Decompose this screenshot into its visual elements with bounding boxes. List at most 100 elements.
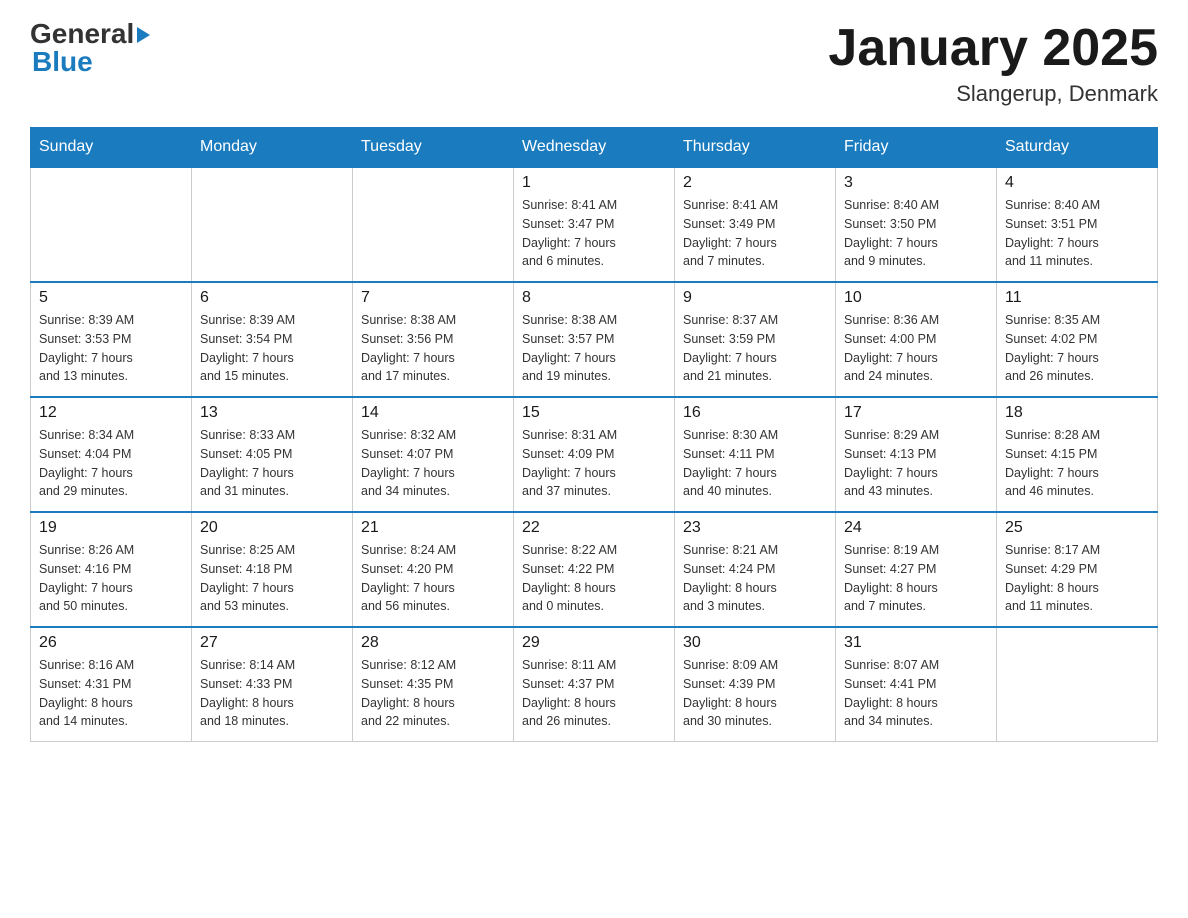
day-info: Sunrise: 8:41 AMSunset: 3:47 PMDaylight:… — [522, 196, 666, 271]
day-number: 16 — [683, 404, 827, 422]
calendar-day-5: 5 Sunrise: 8:39 AMSunset: 3:53 PMDaylight… — [31, 282, 192, 397]
calendar-day-15: 15 Sunrise: 8:31 AMSunset: 4:09 PMDayligh… — [514, 397, 675, 512]
day-number: 3 — [844, 174, 988, 192]
calendar-day-27: 27 Sunrise: 8:14 AMSunset: 4:33 PMDayligh… — [192, 627, 353, 742]
day-info: Sunrise: 8:17 AMSunset: 4:29 PMDaylight:… — [1005, 541, 1149, 616]
title-section: January 2025 Slangerup, Denmark — [828, 20, 1158, 107]
day-number: 31 — [844, 634, 988, 652]
day-number: 4 — [1005, 174, 1149, 192]
calendar-day-14: 14 Sunrise: 8:32 AMSunset: 4:07 PMDayligh… — [353, 397, 514, 512]
calendar-day-6: 6 Sunrise: 8:39 AMSunset: 3:54 PMDaylight… — [192, 282, 353, 397]
day-number: 14 — [361, 404, 505, 422]
day-number: 12 — [39, 404, 183, 422]
day-number: 30 — [683, 634, 827, 652]
day-number: 20 — [200, 519, 344, 537]
day-info: Sunrise: 8:39 AMSunset: 3:53 PMDaylight:… — [39, 311, 183, 386]
day-info: Sunrise: 8:25 AMSunset: 4:18 PMDaylight:… — [200, 541, 344, 616]
day-info: Sunrise: 8:29 AMSunset: 4:13 PMDaylight:… — [844, 426, 988, 501]
column-header-saturday: Saturday — [997, 128, 1158, 168]
calendar-week-row: 26Sunrise: 8:16 AMSunset: 4:31 PMDayligh… — [31, 627, 1158, 742]
day-info: Sunrise: 8:09 AMSunset: 4:39 PMDaylight:… — [683, 656, 827, 731]
day-number: 23 — [683, 519, 827, 537]
day-info: Sunrise: 8:14 AMSunset: 4:33 PMDaylight:… — [200, 656, 344, 731]
calendar-day-30: 30 Sunrise: 8:09 AMSunset: 4:39 PMDayligh… — [675, 627, 836, 742]
day-info: Sunrise: 8:24 AMSunset: 4:20 PMDaylight:… — [361, 541, 505, 616]
column-header-tuesday: Tuesday — [353, 128, 514, 168]
calendar-day-17: 17Sunrise: 8:29 AMSunset: 4:13 PMDayligh… — [836, 397, 997, 512]
calendar-empty-cell — [997, 627, 1158, 742]
calendar-empty-cell — [31, 167, 192, 282]
calendar-week-row: 5 Sunrise: 8:39 AMSunset: 3:53 PMDaylight… — [31, 282, 1158, 397]
day-info: Sunrise: 8:22 AMSunset: 4:22 PMDaylight:… — [522, 541, 666, 616]
day-number: 10 — [844, 289, 988, 307]
day-info: Sunrise: 8:33 AMSunset: 4:05 PMDaylight:… — [200, 426, 344, 501]
day-number: 7 — [361, 289, 505, 307]
calendar-day-9: 9 Sunrise: 8:37 AMSunset: 3:59 PMDaylight… — [675, 282, 836, 397]
day-info: Sunrise: 8:28 AMSunset: 4:15 PMDaylight:… — [1005, 426, 1149, 501]
calendar-week-row: 12 Sunrise: 8:34 AMSunset: 4:04 PMDayligh… — [31, 397, 1158, 512]
calendar-day-25: 25Sunrise: 8:17 AMSunset: 4:29 PMDayligh… — [997, 512, 1158, 627]
day-info: Sunrise: 8:34 AMSunset: 4:04 PMDaylight:… — [39, 426, 183, 501]
day-info: Sunrise: 8:07 AMSunset: 4:41 PMDaylight:… — [844, 656, 988, 731]
calendar-day-23: 23 Sunrise: 8:21 AMSunset: 4:24 PMDayligh… — [675, 512, 836, 627]
day-info: Sunrise: 8:19 AMSunset: 4:27 PMDaylight:… — [844, 541, 988, 616]
calendar-day-4: 4Sunrise: 8:40 AMSunset: 3:51 PMDaylight… — [997, 167, 1158, 282]
calendar-day-1: 1 Sunrise: 8:41 AMSunset: 3:47 PMDaylight… — [514, 167, 675, 282]
day-info: Sunrise: 8:41 AMSunset: 3:49 PMDaylight:… — [683, 196, 827, 271]
day-info: Sunrise: 8:36 AMSunset: 4:00 PMDaylight:… — [844, 311, 988, 386]
calendar-day-11: 11Sunrise: 8:35 AMSunset: 4:02 PMDayligh… — [997, 282, 1158, 397]
calendar-week-row: 1 Sunrise: 8:41 AMSunset: 3:47 PMDaylight… — [31, 167, 1158, 282]
calendar-day-19: 19Sunrise: 8:26 AMSunset: 4:16 PMDayligh… — [31, 512, 192, 627]
calendar-day-26: 26Sunrise: 8:16 AMSunset: 4:31 PMDayligh… — [31, 627, 192, 742]
day-number: 26 — [39, 634, 183, 652]
calendar-day-21: 21Sunrise: 8:24 AMSunset: 4:20 PMDayligh… — [353, 512, 514, 627]
calendar-day-22: 22 Sunrise: 8:22 AMSunset: 4:22 PMDayligh… — [514, 512, 675, 627]
day-info: Sunrise: 8:32 AMSunset: 4:07 PMDaylight:… — [361, 426, 505, 501]
day-info: Sunrise: 8:39 AMSunset: 3:54 PMDaylight:… — [200, 311, 344, 386]
calendar-day-31: 31 Sunrise: 8:07 AMSunset: 4:41 PMDayligh… — [836, 627, 997, 742]
column-header-friday: Friday — [836, 128, 997, 168]
calendar-empty-cell — [353, 167, 514, 282]
day-number: 6 — [200, 289, 344, 307]
day-number: 24 — [844, 519, 988, 537]
calendar-day-2: 2Sunrise: 8:41 AMSunset: 3:49 PMDaylight… — [675, 167, 836, 282]
day-info: Sunrise: 8:38 AMSunset: 3:56 PMDaylight:… — [361, 311, 505, 386]
day-number: 13 — [200, 404, 344, 422]
day-info: Sunrise: 8:21 AMSunset: 4:24 PMDaylight:… — [683, 541, 827, 616]
day-number: 5 — [39, 289, 183, 307]
calendar-day-29: 29Sunrise: 8:11 AMSunset: 4:37 PMDayligh… — [514, 627, 675, 742]
calendar-day-10: 10 Sunrise: 8:36 AMSunset: 4:00 PMDayligh… — [836, 282, 997, 397]
calendar-day-18: 18 Sunrise: 8:28 AMSunset: 4:15 PMDayligh… — [997, 397, 1158, 512]
day-number: 18 — [1005, 404, 1149, 422]
column-header-monday: Monday — [192, 128, 353, 168]
day-info: Sunrise: 8:11 AMSunset: 4:37 PMDaylight:… — [522, 656, 666, 731]
calendar-week-row: 19Sunrise: 8:26 AMSunset: 4:16 PMDayligh… — [31, 512, 1158, 627]
calendar-day-7: 7 Sunrise: 8:38 AMSunset: 3:56 PMDaylight… — [353, 282, 514, 397]
day-number: 15 — [522, 404, 666, 422]
logo-blue-text: Blue — [32, 48, 150, 76]
day-number: 11 — [1005, 289, 1149, 307]
day-number: 22 — [522, 519, 666, 537]
day-number: 28 — [361, 634, 505, 652]
calendar-empty-cell — [192, 167, 353, 282]
day-info: Sunrise: 8:31 AMSunset: 4:09 PMDaylight:… — [522, 426, 666, 501]
day-info: Sunrise: 8:37 AMSunset: 3:59 PMDaylight:… — [683, 311, 827, 386]
calendar-day-16: 16 Sunrise: 8:30 AMSunset: 4:11 PMDayligh… — [675, 397, 836, 512]
day-info: Sunrise: 8:12 AMSunset: 4:35 PMDaylight:… — [361, 656, 505, 731]
calendar-table: SundayMondayTuesdayWednesdayThursdayFrid… — [30, 127, 1158, 742]
day-number: 27 — [200, 634, 344, 652]
calendar-day-28: 28 Sunrise: 8:12 AMSunset: 4:35 PMDayligh… — [353, 627, 514, 742]
day-info: Sunrise: 8:26 AMSunset: 4:16 PMDaylight:… — [39, 541, 183, 616]
calendar-subtitle: Slangerup, Denmark — [828, 81, 1158, 107]
day-info: Sunrise: 8:30 AMSunset: 4:11 PMDaylight:… — [683, 426, 827, 501]
day-number: 1 — [522, 174, 666, 192]
calendar-day-20: 20 Sunrise: 8:25 AMSunset: 4:18 PMDayligh… — [192, 512, 353, 627]
day-info: Sunrise: 8:38 AMSunset: 3:57 PMDaylight:… — [522, 311, 666, 386]
day-number: 9 — [683, 289, 827, 307]
calendar-day-24: 24 Sunrise: 8:19 AMSunset: 4:27 PMDayligh… — [836, 512, 997, 627]
logo: General Blue — [30, 20, 150, 76]
day-number: 8 — [522, 289, 666, 307]
column-header-thursday: Thursday — [675, 128, 836, 168]
page-header: General Blue January 2025 Slangerup, Den… — [30, 20, 1158, 107]
column-header-wednesday: Wednesday — [514, 128, 675, 168]
